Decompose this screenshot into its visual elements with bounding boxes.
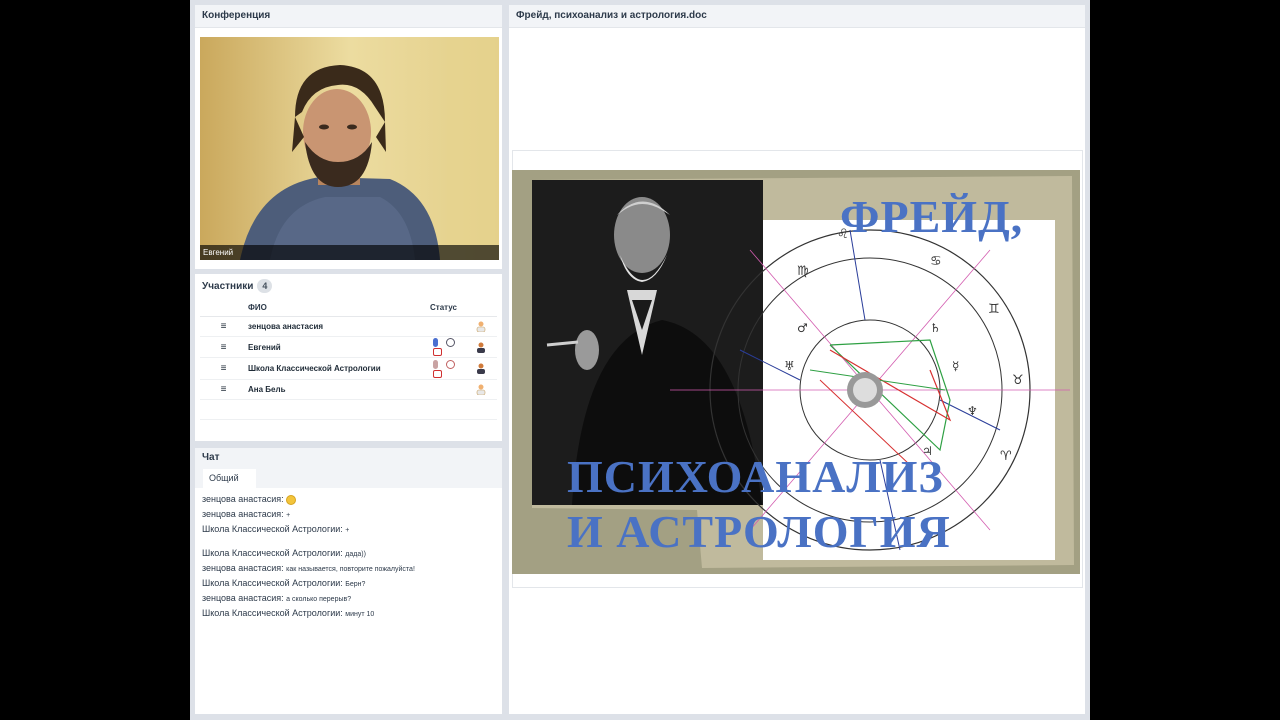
- participant-name: зенцова анастасия: [247, 316, 429, 337]
- chat-text: минут 10: [345, 611, 375, 618]
- speaker-name-label: Евгений: [200, 245, 499, 260]
- svg-text:♊: ♊: [988, 302, 1000, 317]
- chat-author: Школа Классической Астрологии:: [202, 524, 343, 534]
- chat-text: как называется, повторите пожалуйста!: [286, 566, 415, 573]
- participants-table: ФИО Статус ≡ зенцова анастасия ≡ Евгений: [200, 298, 497, 420]
- screen-share-icon[interactable]: [433, 369, 442, 378]
- chat-author: зенцова анастасия:: [202, 494, 284, 504]
- chat-panel: Чат Общий зенцова анастасия: зенцова ана…: [195, 448, 502, 714]
- slide-title-astrology: И АСТРОЛОГИЯ: [567, 506, 951, 557]
- smile-emoji-icon: [286, 494, 297, 505]
- participant-row[interactable]: ≡ Школа Классической Астрологии: [200, 357, 497, 380]
- slide-title-freud: ФРЕЙД,: [840, 191, 1024, 242]
- svg-text:♂: ♂: [797, 321, 808, 335]
- chat-author: зенцова анастасия:: [202, 593, 284, 603]
- participant-row[interactable]: ≡ Евгений: [200, 336, 497, 359]
- presentation-slide[interactable]: ♍ ♌ ♋ ♊ ♉ ♈ ♂ ♅ ♄ ☿ ♆ ♃ ФРЕЙД, ПСИХОАНАЛ…: [512, 170, 1080, 574]
- user-avatar-icon: [476, 384, 486, 395]
- app-window: Конференция Евгений Участники 4 ФИО Стат…: [190, 0, 1090, 720]
- svg-text:♈: ♈: [1000, 449, 1012, 464]
- chat-author: зенцова анастасия:: [202, 509, 284, 519]
- participant-row[interactable]: ≡ зенцова анастасия: [200, 316, 497, 337]
- chat-message: зенцова анастасия: как называется, повто…: [202, 561, 497, 576]
- participant-name: Ана Бель: [247, 379, 429, 400]
- svg-text:♄: ♄: [930, 321, 941, 335]
- column-header-name: ФИО: [247, 298, 429, 317]
- chat-text: а сколько перерыв?: [286, 596, 352, 603]
- drag-handle-icon[interactable]: ≡: [200, 379, 247, 400]
- chat-text: +: [345, 527, 350, 534]
- video-frame-image: [200, 37, 499, 260]
- svg-text:♆: ♆: [967, 404, 978, 418]
- presenter-avatar-icon: [477, 342, 485, 353]
- chat-text: дада)): [345, 551, 366, 558]
- conference-title: Конференция: [195, 5, 502, 28]
- drag-handle-icon[interactable]: ≡: [200, 316, 247, 337]
- chat-author: Школа Классической Астрологии:: [202, 548, 343, 558]
- chat-author: Школа Классической Астрологии:: [202, 608, 343, 618]
- participants-count-badge: 4: [257, 279, 273, 293]
- participants-title: Участники: [202, 281, 254, 292]
- svg-text:♅: ♅: [784, 359, 795, 373]
- slide-title-psychoanalysis: ПСИХОАНАЛИЗ: [567, 451, 944, 502]
- document-title: Фрейд, психоанализ и астрология.doc: [509, 5, 1085, 28]
- column-header-status: Статус: [429, 298, 475, 317]
- microphone-muted-icon[interactable]: [433, 359, 438, 369]
- chat-message: зенцова анастасия: а сколько перерыв?: [202, 591, 497, 606]
- participant-row[interactable]: ≡ Ана Бель: [200, 379, 497, 400]
- svg-text:♍: ♍: [797, 264, 809, 279]
- chat-text: +: [286, 512, 291, 519]
- conference-panel: Конференция Евгений: [195, 5, 502, 269]
- chat-message: Школа Классической Астрологии: Берн?: [202, 576, 497, 591]
- chat-text: Берн?: [345, 581, 366, 588]
- chat-message: Школа Классической Астрологии: дада)): [202, 546, 497, 561]
- speaker-video[interactable]: Евгений: [200, 37, 499, 260]
- chat-tab-general[interactable]: Общий: [203, 469, 256, 488]
- screen-share-icon[interactable]: [433, 348, 442, 357]
- webcam-icon[interactable]: [446, 338, 456, 348]
- user-avatar-icon: [476, 321, 486, 332]
- participant-name: Евгений: [247, 336, 429, 359]
- participants-panel: Участники 4 ФИО Статус ≡ зенцова анастаси…: [195, 274, 502, 441]
- chat-message: зенцова анастасия:: [202, 492, 497, 507]
- webcam-off-icon[interactable]: [446, 359, 456, 369]
- drag-handle-icon[interactable]: ≡: [200, 336, 247, 359]
- chat-author: Школа Классической Астрологии:: [202, 578, 343, 588]
- microphone-icon[interactable]: [433, 338, 438, 348]
- presenter-avatar-icon: [477, 363, 485, 375]
- chat-message: Школа Классической Астрологии: +: [202, 522, 497, 537]
- svg-text:♉: ♉: [1012, 373, 1024, 388]
- chat-author: зенцова анастасия:: [202, 563, 284, 573]
- chat-messages: зенцова анастасия: зенцова анастасия: + …: [202, 492, 497, 621]
- drag-handle-icon[interactable]: ≡: [200, 357, 247, 380]
- chat-message: Школа Классической Астрологии: минут 10: [202, 606, 497, 621]
- chat-message: зенцова анастасия: +: [202, 507, 497, 522]
- svg-text:♋: ♋: [930, 254, 942, 269]
- document-panel: Фрейд, психоанализ и астрология.doc ♍ ♌ …: [509, 5, 1085, 714]
- participant-name: Школа Классической Астрологии: [247, 357, 429, 380]
- svg-text:☿: ☿: [952, 359, 959, 373]
- chat-title: Чат: [195, 448, 502, 469]
- participants-header: Участники 4: [195, 274, 502, 299]
